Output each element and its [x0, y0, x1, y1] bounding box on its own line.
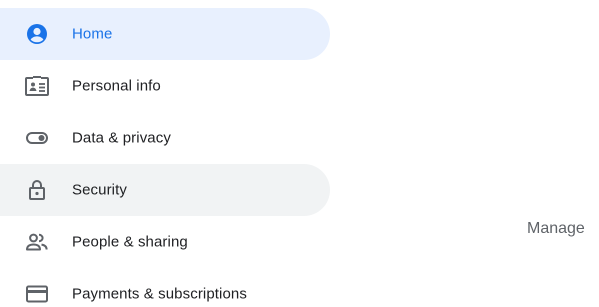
sidebar-nav: Home Personal info Data & privacy Securi… — [0, 8, 330, 307]
sidebar-item-people-sharing[interactable]: People & sharing — [0, 216, 330, 268]
sidebar-item-home[interactable]: Home — [0, 8, 330, 60]
sidebar-item-label: Personal info — [72, 77, 161, 95]
sidebar-item-label: Home — [72, 25, 113, 43]
sidebar-item-payments-subscriptions[interactable]: Payments & subscriptions — [0, 268, 330, 307]
manage-heading-partial: Manage — [527, 220, 585, 237]
toggle-icon — [24, 125, 50, 151]
account-circle-icon — [24, 21, 50, 47]
sidebar-item-personal-info[interactable]: Personal info — [0, 60, 330, 112]
sidebar-item-label: People & sharing — [72, 233, 188, 251]
account-page: Home Personal info Data & privacy Securi… — [0, 0, 599, 307]
sidebar-item-label: Payments & subscriptions — [72, 285, 247, 303]
id-card-icon — [24, 73, 50, 99]
sidebar-item-label: Data & privacy — [72, 129, 171, 147]
credit-card-icon — [24, 281, 50, 307]
sidebar-item-label: Security — [72, 181, 127, 199]
people-icon — [24, 229, 50, 255]
sidebar-item-security[interactable]: Security — [0, 164, 330, 216]
lock-icon — [24, 177, 50, 203]
sidebar-item-data-privacy[interactable]: Data & privacy — [0, 112, 330, 164]
